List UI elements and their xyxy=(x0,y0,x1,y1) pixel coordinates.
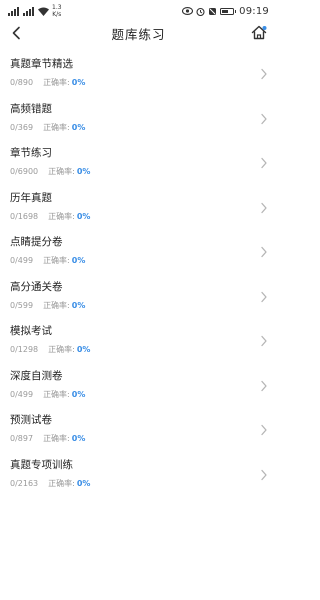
item-meta: 0/6900 正确率: 0% xyxy=(10,166,90,177)
list-item[interactable]: 模拟考试 0/1298 正确率: 0% xyxy=(0,320,277,365)
item-meta: 0/599 正确率: 0% xyxy=(10,300,85,311)
list-item[interactable]: 章节练习 0/6900 正确率: 0% xyxy=(0,142,277,187)
chevron-left-icon xyxy=(12,26,20,40)
alarm-icon xyxy=(196,7,205,16)
mute-icon xyxy=(208,7,217,16)
list-item[interactable]: 预测试卷 0/897 正确率: 0% xyxy=(0,409,277,454)
eye-icon xyxy=(182,7,194,15)
home-button[interactable] xyxy=(249,22,269,42)
net-speed-value: 1.3 xyxy=(52,4,62,11)
item-title: 历年真题 xyxy=(10,191,52,204)
item-progress: 0/499 xyxy=(10,389,34,399)
list-item[interactable]: 高分通关卷 0/599 正确率: 0% xyxy=(0,276,277,321)
accuracy-label: 正确率: xyxy=(48,345,75,354)
chevron-right-icon xyxy=(261,68,267,80)
list-item[interactable]: 真题专项训练 0/2163 正确率: 0% xyxy=(0,454,277,499)
item-title: 高频错题 xyxy=(10,102,52,115)
accuracy-value: 0% xyxy=(71,78,86,87)
status-bar: 1.3 K/s 09:19 xyxy=(0,0,277,22)
accuracy-value: 0% xyxy=(76,478,91,488)
item-title: 真题章节精选 xyxy=(10,58,73,70)
item-meta: 0/897 正确率: 0% xyxy=(10,433,85,444)
network-speed: 1.3 K/s xyxy=(52,4,62,18)
chevron-right-icon xyxy=(261,469,267,480)
item-title: 真题专项训练 xyxy=(10,458,73,471)
item-meta: 0/1698 正确率: 0% xyxy=(10,211,90,222)
list-item[interactable]: 点睛提分卷 0/499 正确率: 0% xyxy=(0,231,277,276)
item-progress: 0/897 xyxy=(10,434,34,443)
item-progress: 0/1298 xyxy=(10,345,39,354)
status-bar-left: 1.3 K/s xyxy=(8,4,62,18)
accuracy-label: 正确率: xyxy=(43,256,70,265)
item-meta: 0/890 正确率: 0% xyxy=(10,77,85,88)
signal-icon-2 xyxy=(23,6,35,16)
list-item[interactable]: 历年真题 0/1698 正确率: 0% xyxy=(0,187,277,232)
accuracy-value: 0% xyxy=(76,167,91,176)
list-item[interactable]: 真题章节精选 0/890 正确率: 0% xyxy=(0,53,277,98)
net-speed-unit: K/s xyxy=(52,11,62,18)
wifi-icon xyxy=(38,7,49,16)
accuracy-value: 0% xyxy=(76,345,91,354)
chevron-right-icon xyxy=(261,113,267,124)
question-bank-list: 真题章节精选 0/890 正确率: 0% 高频错题 0/369 正确率: 0% … xyxy=(0,53,277,498)
item-meta: 0/2163 正确率: 0% xyxy=(10,478,90,489)
item-progress: 0/890 xyxy=(10,78,34,87)
item-meta: 0/1298 正确率: 0% xyxy=(10,344,90,355)
item-progress: 0/599 xyxy=(10,300,34,310)
accuracy-value: 0% xyxy=(76,211,91,221)
accuracy-label: 正确率: xyxy=(43,78,70,87)
item-title: 深度自测卷 xyxy=(10,369,63,382)
status-bar-time: 09:19 xyxy=(239,5,269,17)
item-meta: 0/499 正确率: 0% xyxy=(10,389,85,400)
chevron-right-icon xyxy=(261,291,267,302)
accuracy-label: 正确率: xyxy=(43,434,70,443)
accuracy-value: 0% xyxy=(71,256,86,265)
item-title: 预测试卷 xyxy=(10,414,52,426)
list-item[interactable]: 高频错题 0/369 正确率: 0% xyxy=(0,98,277,143)
item-progress: 0/2163 xyxy=(10,478,39,488)
battery-level-fill xyxy=(222,9,229,13)
accuracy-value: 0% xyxy=(71,434,86,443)
item-progress: 0/1698 xyxy=(10,211,39,221)
accuracy-label: 正确率: xyxy=(43,122,70,132)
list-item[interactable]: 深度自测卷 0/499 正确率: 0% xyxy=(0,365,277,410)
nav-bar: 题库练习 xyxy=(0,22,277,44)
item-title: 章节练习 xyxy=(10,147,52,159)
battery-icon xyxy=(220,7,237,15)
chevron-right-icon xyxy=(261,202,267,213)
home-icon xyxy=(251,25,267,39)
accuracy-label: 正确率: xyxy=(48,211,75,221)
item-title: 点睛提分卷 xyxy=(10,236,63,248)
chevron-right-icon xyxy=(261,380,267,391)
status-bar-right: 09:19 xyxy=(182,6,269,17)
accuracy-label: 正确率: xyxy=(48,167,75,176)
chevron-right-icon xyxy=(261,246,267,258)
chevron-right-icon xyxy=(261,157,267,169)
accuracy-label: 正确率: xyxy=(43,300,70,310)
item-progress: 0/369 xyxy=(10,122,34,132)
item-title: 高分通关卷 xyxy=(10,280,63,293)
chevron-right-icon xyxy=(261,424,267,436)
chevron-right-icon xyxy=(261,335,267,347)
accuracy-value: 0% xyxy=(71,300,86,310)
item-meta: 0/499 正确率: 0% xyxy=(10,255,85,266)
signal-icon xyxy=(8,6,20,16)
item-meta: 0/369 正确率: 0% xyxy=(10,122,85,133)
accuracy-label: 正确率: xyxy=(48,478,75,488)
item-progress: 0/6900 xyxy=(10,167,39,176)
accuracy-label: 正确率: xyxy=(43,389,70,399)
item-title: 模拟考试 xyxy=(10,325,52,337)
page-title: 题库练习 xyxy=(111,26,166,42)
accuracy-value: 0% xyxy=(71,122,86,132)
accuracy-value: 0% xyxy=(71,389,86,399)
item-progress: 0/499 xyxy=(10,256,34,265)
back-button[interactable] xyxy=(6,23,26,43)
